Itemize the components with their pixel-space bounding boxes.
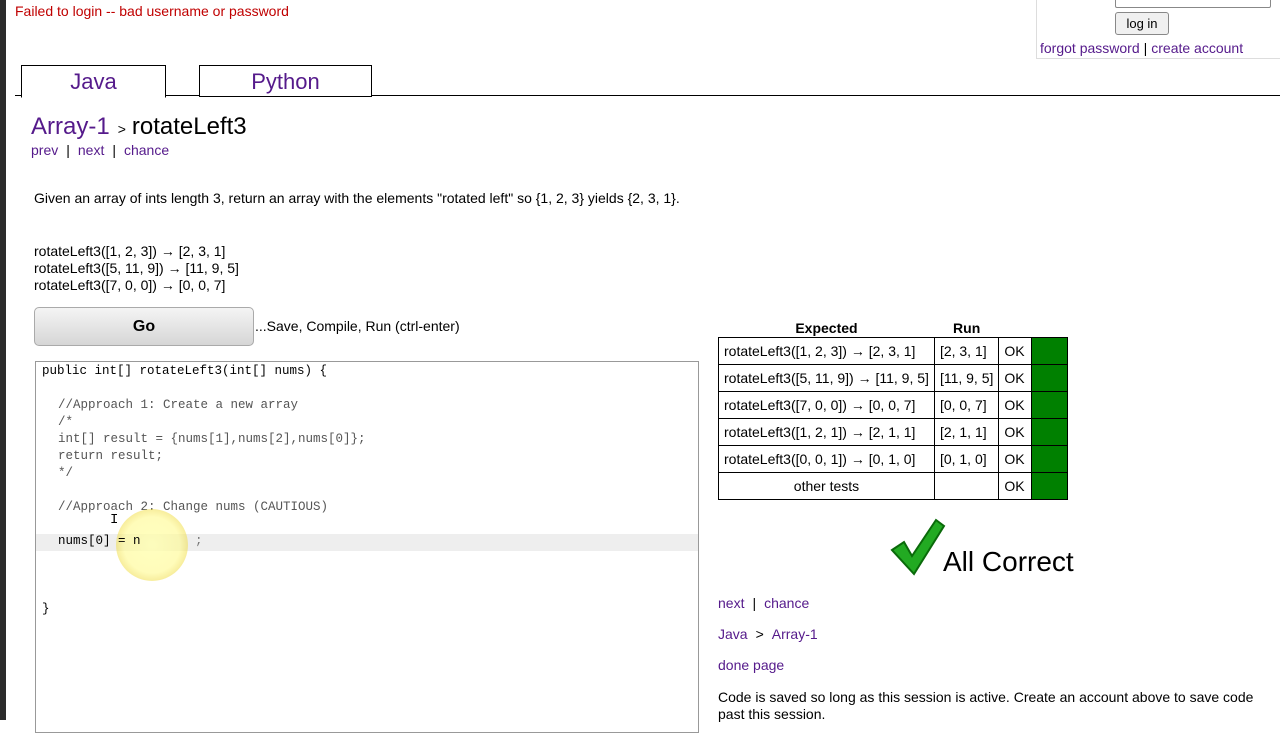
example-line: rotateLeft3([5, 11, 9]) → [11, 9, 5] bbox=[34, 260, 239, 276]
status-cell: OK bbox=[998, 418, 1033, 446]
tab-python[interactable]: Python bbox=[199, 65, 372, 97]
example-line: rotateLeft3([1, 2, 3]) → [2, 3, 1] bbox=[34, 243, 226, 259]
table-row: other tests OK bbox=[718, 472, 1069, 500]
breadcrumb-section-link[interactable]: Array-1 bbox=[31, 113, 110, 140]
code-line-fragment: ; bbox=[195, 534, 203, 548]
save-note: Code is saved so long as this session is… bbox=[718, 689, 1254, 722]
code-line: */ bbox=[58, 466, 74, 480]
run-cell bbox=[933, 472, 1000, 500]
pass-indicator bbox=[1031, 364, 1069, 392]
code-line: int[] result = {nums[1],nums[2],nums[0]}… bbox=[58, 432, 366, 446]
separator: | bbox=[1143, 40, 1148, 56]
chance-link[interactable]: chance bbox=[124, 142, 169, 158]
done-page-link-text[interactable]: done page bbox=[718, 657, 784, 673]
account-links: forgot password | create account bbox=[1040, 40, 1243, 56]
code-line: return result; bbox=[58, 449, 164, 463]
status-cell: OK bbox=[998, 445, 1033, 473]
create-account-link[interactable]: create account bbox=[1151, 40, 1243, 56]
text-cursor-icon: I bbox=[110, 512, 119, 528]
code-editor[interactable]: public int[] rotateLeft3(int[] nums) { /… bbox=[35, 361, 699, 733]
verdict-text: All Correct bbox=[943, 546, 1074, 577]
results-table: Expected Run rotateLeft3([1, 2, 3]) → [2… bbox=[718, 319, 1069, 500]
expected-cell: rotateLeft3([7, 0, 0]) → [0, 0, 7] bbox=[718, 391, 935, 419]
code-line: } bbox=[42, 602, 50, 616]
status-cell: OK bbox=[998, 337, 1033, 365]
expected-cell: other tests bbox=[718, 472, 935, 500]
bottom-problem-nav: next | chance bbox=[718, 595, 809, 611]
status-cell: OK bbox=[998, 364, 1033, 392]
run-cell: [11, 9, 5] bbox=[933, 364, 1000, 392]
code-line: //Approach 1: Create a new array bbox=[58, 398, 299, 412]
expected-cell: rotateLeft3([5, 11, 9]) → [11, 9, 5] bbox=[718, 364, 935, 392]
chance-link[interactable]: chance bbox=[764, 595, 809, 611]
code-line: /* bbox=[58, 415, 74, 429]
bottom-breadcrumb: Java > Array-1 bbox=[718, 626, 818, 642]
run-cell: [2, 1, 1] bbox=[933, 418, 1000, 446]
prev-link[interactable]: prev bbox=[31, 142, 58, 158]
run-cell: [0, 1, 0] bbox=[933, 445, 1000, 473]
section-link[interactable]: Array-1 bbox=[772, 626, 818, 642]
separator: | bbox=[112, 142, 116, 158]
code-line-current: nums[0] = n bbox=[58, 534, 141, 548]
expected-cell: rotateLeft3([1, 2, 3]) → [2, 3, 1] bbox=[718, 337, 935, 365]
run-cell: [0, 0, 7] bbox=[933, 391, 1000, 419]
column-header-expected: Expected bbox=[795, 320, 858, 336]
run-cell: [2, 3, 1] bbox=[933, 337, 1000, 365]
breadcrumb-arrow: > bbox=[755, 626, 764, 642]
breadcrumb-arrow: > bbox=[117, 121, 126, 137]
checkmark-icon bbox=[890, 518, 946, 579]
problem-description: Given an array of ints length 3, return … bbox=[34, 190, 680, 206]
column-header-run: Run bbox=[953, 320, 981, 336]
table-row: rotateLeft3([1, 2, 3]) → [2, 3, 1] [2, 3… bbox=[718, 337, 1069, 365]
table-row: rotateLeft3([7, 0, 0]) → [0, 0, 7] [0, 0… bbox=[718, 391, 1069, 419]
code-line: //Approach 2: Change nums (CAUTIOUS) bbox=[58, 500, 329, 514]
pass-indicator bbox=[1031, 391, 1069, 419]
page-title: Array-1 > rotateLeft3 bbox=[31, 113, 247, 141]
go-button[interactable]: Go bbox=[34, 307, 254, 346]
login-error-message: Failed to login -- bad username or passw… bbox=[15, 3, 289, 19]
password-field[interactable] bbox=[1115, 0, 1271, 8]
examples: rotateLeft3([1, 2, 3]) → [2, 3, 1] rotat… bbox=[34, 243, 239, 294]
problem-name: rotateLeft3 bbox=[131, 113, 247, 140]
expected-cell: rotateLeft3([0, 0, 1]) → [0, 1, 0] bbox=[718, 445, 935, 473]
tab-java[interactable]: Java bbox=[21, 65, 166, 98]
table-row: rotateLeft3([1, 2, 1]) → [2, 1, 1] [2, 1… bbox=[718, 418, 1069, 446]
code-line: public int[] rotateLeft3(int[] nums) { bbox=[42, 364, 328, 378]
separator: | bbox=[752, 595, 757, 611]
next-link[interactable]: next bbox=[78, 142, 104, 158]
next-link[interactable]: next bbox=[718, 595, 744, 611]
pass-indicator bbox=[1031, 418, 1069, 446]
language-link[interactable]: Java bbox=[718, 626, 748, 642]
separator: | bbox=[66, 142, 70, 158]
example-line: rotateLeft3([7, 0, 0]) → [0, 0, 7] bbox=[34, 277, 226, 293]
forgot-password-link[interactable]: forgot password bbox=[1040, 40, 1140, 56]
status-cell: OK bbox=[998, 391, 1033, 419]
pass-indicator bbox=[1031, 445, 1069, 473]
pass-indicator bbox=[1031, 337, 1069, 365]
done-page-link[interactable]: done page bbox=[718, 657, 784, 673]
problem-nav: prev | next | chance bbox=[31, 142, 169, 158]
expected-cell: rotateLeft3([1, 2, 1]) → [2, 1, 1] bbox=[718, 418, 935, 446]
pass-indicator bbox=[1031, 472, 1069, 500]
go-hint: ...Save, Compile, Run (ctrl-enter) bbox=[255, 318, 460, 334]
left-window-edge bbox=[0, 0, 6, 720]
table-row: rotateLeft3([0, 0, 1]) → [0, 1, 0] [0, 1… bbox=[718, 445, 1069, 473]
login-button[interactable]: log in bbox=[1115, 12, 1169, 35]
table-row: rotateLeft3([5, 11, 9]) → [11, 9, 5] [11… bbox=[718, 364, 1069, 392]
status-cell: OK bbox=[998, 472, 1033, 500]
